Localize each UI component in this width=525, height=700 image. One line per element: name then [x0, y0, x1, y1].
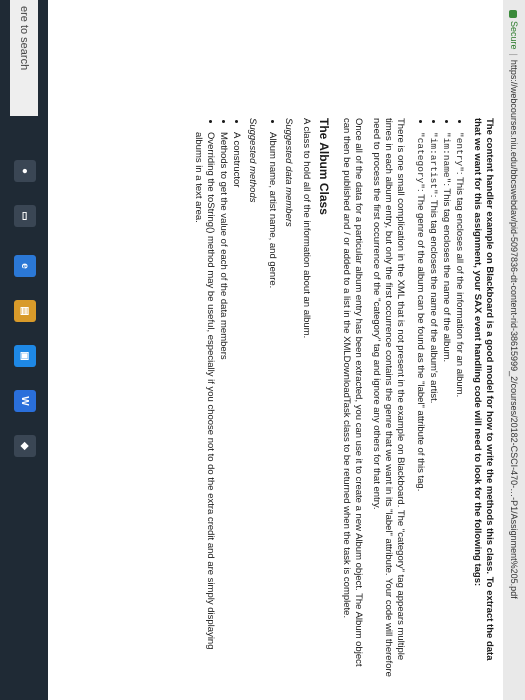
- document-content: The content handler example on Blackboar…: [184, 118, 495, 678]
- methods-list: A constructor Methods to get the value o…: [192, 118, 242, 678]
- taskbar-search-box[interactable]: ere to search: [10, 0, 38, 116]
- list-item: Methods to get the value of each of the …: [217, 132, 229, 678]
- suggested-members-label: Suggested data members: [283, 118, 294, 227]
- suggested-methods-label: Suggested methods: [247, 118, 258, 203]
- list-item: "category": The genre of the album can b…: [414, 132, 426, 678]
- list-item: "entry": This tag encloses all of the in…: [453, 132, 465, 678]
- word-icon[interactable]: W: [14, 390, 36, 412]
- url-text[interactable]: https://webcourses.niu.edu/bbcswebdav/pi…: [509, 60, 519, 599]
- list-item: "im:artist": This tag encloses the name …: [427, 132, 439, 678]
- edge-icon[interactable]: e: [14, 255, 36, 277]
- complication-paragraph: There is one small complication in the X…: [371, 118, 406, 677]
- pdf-page: The content handler example on Blackboar…: [48, 0, 503, 700]
- album-object-paragraph: Once all of the data for a particular al…: [341, 118, 364, 667]
- members-list: Album name, artist name, and genre.: [266, 118, 278, 678]
- list-item: Album name, artist name, and genre.: [266, 132, 278, 678]
- album-class-heading: The Album Class: [317, 118, 331, 215]
- task-view-icon[interactable]: ▭: [14, 205, 36, 227]
- app-icon[interactable]: ◆: [14, 435, 36, 457]
- list-item: "im:name": This tag encloses the name of…: [440, 132, 452, 678]
- lock-icon: [509, 10, 518, 18]
- address-bar[interactable]: Secure|https://webcourses.niu.edu/bbcswe…: [502, 0, 525, 700]
- intro-paragraph: The content handler example on Blackboar…: [472, 118, 495, 661]
- album-class-description: A class to hold all of the information a…: [301, 118, 312, 339]
- rotated-screen: Secure|https://webcourses.niu.edu/bbcswe…: [0, 0, 525, 700]
- secure-label: Secure: [509, 21, 519, 50]
- list-item: Overriding the toString() method may be …: [192, 132, 216, 678]
- list-item: A constructor: [230, 132, 242, 678]
- taskbar: ere to search ● ▭ e ▤ ▣ W ◆: [0, 0, 48, 700]
- photo-scene: Secure|https://webcourses.niu.edu/bbcswe…: [0, 0, 525, 700]
- tag-list: "entry": This tag encloses all of the in…: [414, 118, 465, 678]
- file-explorer-icon[interactable]: ▤: [14, 300, 36, 322]
- mic-icon[interactable]: ●: [14, 160, 36, 182]
- store-icon[interactable]: ▣: [14, 345, 36, 367]
